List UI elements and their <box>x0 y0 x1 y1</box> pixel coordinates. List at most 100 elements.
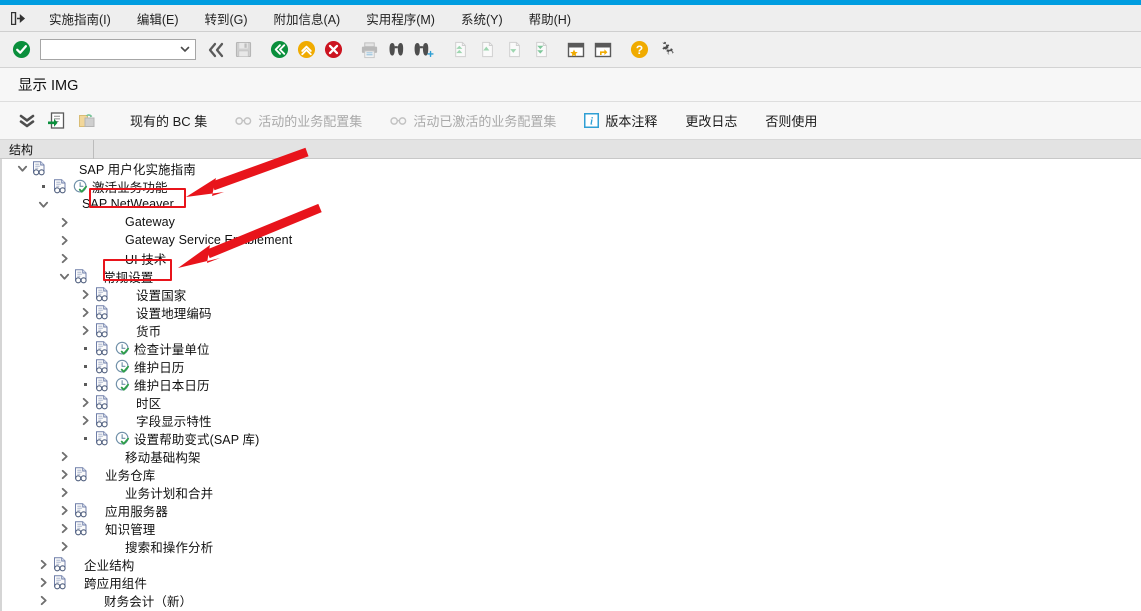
tree-row[interactable]: 应用服务器 <box>1 501 1141 519</box>
img-activity-icon[interactable] <box>112 339 132 357</box>
chevron-right-icon[interactable] <box>57 483 71 501</box>
command-input[interactable] <box>41 41 171 58</box>
previous-page-icon[interactable] <box>473 37 499 63</box>
tree-row[interactable]: Gateway <box>1 213 1141 231</box>
customize-local-layout-icon[interactable] <box>653 37 679 63</box>
chevron-down-icon[interactable] <box>57 267 71 285</box>
menu-item-7[interactable]: 帮助(H) <box>516 6 584 31</box>
tree-row-label[interactable]: SAP NetWeaver <box>80 197 174 211</box>
tree-row[interactable]: 搜索和操作分析 <box>1 537 1141 555</box>
chevron-right-icon[interactable] <box>78 411 92 429</box>
app-toolbar-change-log[interactable]: 更改日志 <box>679 108 743 133</box>
tree-row-label[interactable]: 货币 <box>134 321 161 340</box>
chevron-right-icon[interactable] <box>57 537 71 555</box>
exit-arrow-icon[interactable] <box>6 8 30 28</box>
enter-check-icon[interactable] <box>8 37 34 63</box>
tree-row[interactable]: SAP 用户化实施指南 <box>1 159 1141 177</box>
tree-row-label[interactable]: 字段显示特性 <box>134 411 212 430</box>
chevron-right-icon[interactable] <box>36 573 50 591</box>
chevron-right-icon[interactable] <box>57 231 71 249</box>
back-double-chevron-icon[interactable] <box>203 37 229 63</box>
tree-row[interactable]: 设置帮助变式(SAP 库) <box>1 429 1141 447</box>
tree-row-label[interactable]: UI 技术 <box>123 249 166 268</box>
chevron-right-icon[interactable] <box>57 447 71 465</box>
tree-row-label[interactable]: 设置帮助变式(SAP 库) <box>132 429 259 448</box>
tree-row-label[interactable]: Gateway Service Enablement <box>123 233 292 247</box>
find-icon[interactable] <box>383 37 409 63</box>
tree-row-label[interactable]: 业务计划和合并 <box>123 483 213 502</box>
tree-row[interactable]: 业务仓库 <box>1 465 1141 483</box>
tree-row[interactable]: 维护日历 <box>1 357 1141 375</box>
tree-row[interactable]: 时区 <box>1 393 1141 411</box>
tree-row-label[interactable]: 设置地理编码 <box>134 303 212 322</box>
tree-row[interactable]: 常规设置 <box>1 267 1141 285</box>
chevron-down-icon[interactable] <box>15 159 29 177</box>
chevron-down-icon[interactable] <box>36 195 50 213</box>
tree-row-label[interactable]: 业务仓库 <box>103 465 155 484</box>
img-activity-icon[interactable] <box>112 357 132 375</box>
tree-row[interactable]: 激活业务功能 <box>1 177 1141 195</box>
tree-row[interactable]: 知识管理 <box>1 519 1141 537</box>
menu-item-4[interactable]: 附加信息(A) <box>261 6 354 31</box>
tree-row-label[interactable]: 应用服务器 <box>103 501 168 520</box>
tree-row-label[interactable]: SAP 用户化实施指南 <box>77 159 196 178</box>
chevron-right-icon[interactable] <box>78 393 92 411</box>
menu-item-1[interactable]: 实施指南(I) <box>36 6 124 31</box>
expand-node-icon[interactable] <box>42 107 72 135</box>
tree-row[interactable]: 货币 <box>1 321 1141 339</box>
create-shortcut-icon[interactable] <box>590 37 616 63</box>
back-green-icon[interactable] <box>266 37 292 63</box>
tree-row[interactable]: 企业结构 <box>1 555 1141 573</box>
next-page-icon[interactable] <box>500 37 526 63</box>
tree-row-label[interactable]: 维护日历 <box>132 357 184 376</box>
tree-row[interactable]: UI 技术 <box>1 249 1141 267</box>
chevron-right-icon[interactable] <box>36 591 50 609</box>
tree-row-label[interactable]: 检查计量单位 <box>132 339 210 358</box>
chevron-right-icon[interactable] <box>57 519 71 537</box>
tree-row-label[interactable]: 移动基础构架 <box>123 447 201 466</box>
chevron-right-icon[interactable] <box>57 465 71 483</box>
find-next-icon[interactable] <box>410 37 436 63</box>
chevron-right-icon[interactable] <box>57 249 71 267</box>
img-activity-icon[interactable] <box>112 375 132 393</box>
chevron-right-icon[interactable] <box>36 555 50 573</box>
tree-row[interactable]: 财务会计（新） <box>1 591 1141 609</box>
collapse-all-icon[interactable] <box>12 107 42 135</box>
chevron-right-icon[interactable] <box>78 321 92 339</box>
app-toolbar-otherwise-use[interactable]: 否则使用 <box>759 108 823 133</box>
clipboard-folder-icon[interactable] <box>72 107 102 135</box>
column-divider[interactable] <box>93 139 95 159</box>
menu-item-6[interactable]: 系统(Y) <box>448 6 516 31</box>
tree-row-label[interactable]: 财务会计（新） <box>102 591 192 610</box>
tree-row-label[interactable]: Gateway <box>123 215 175 229</box>
tree-row[interactable]: 业务计划和合并 <box>1 483 1141 501</box>
tree-row-label[interactable]: 时区 <box>134 393 161 412</box>
tree-row[interactable]: Gateway Service Enablement <box>1 231 1141 249</box>
tree-row[interactable]: 设置地理编码 <box>1 303 1141 321</box>
chevron-right-icon[interactable] <box>57 213 71 231</box>
tree-row-label[interactable]: 知识管理 <box>103 519 155 538</box>
chevron-right-icon[interactable] <box>78 285 92 303</box>
last-page-icon[interactable] <box>527 37 553 63</box>
app-toolbar-release-notes[interactable]: i 版本注释 <box>578 108 663 133</box>
command-field[interactable] <box>40 39 196 60</box>
tree-row[interactable]: SAP NetWeaver <box>1 195 1141 213</box>
menu-item-3[interactable]: 转到(G) <box>191 6 260 31</box>
save-icon[interactable] <box>230 37 256 63</box>
tree-row[interactable]: 检查计量单位 <box>1 339 1141 357</box>
tree-row-label[interactable]: 搜索和操作分析 <box>123 537 213 556</box>
tree-row-label[interactable]: 跨应用组件 <box>82 573 147 592</box>
tree-row[interactable]: 跨应用组件 <box>1 573 1141 591</box>
img-activity-icon[interactable] <box>112 429 132 447</box>
cancel-red-icon[interactable] <box>320 37 346 63</box>
create-session-icon[interactable] <box>563 37 589 63</box>
chevron-down-icon[interactable] <box>179 43 191 55</box>
tree-row-label[interactable]: 常规设置 <box>101 267 153 286</box>
tree-row-label[interactable]: 维护日本日历 <box>132 375 210 394</box>
app-toolbar-existing-bc-sets[interactable]: 现有的 BC 集 <box>124 108 213 133</box>
tree-row[interactable]: 移动基础构架 <box>1 447 1141 465</box>
tree-row-label[interactable]: 激活业务功能 <box>90 177 168 196</box>
help-icon[interactable]: ? <box>626 37 652 63</box>
img-activity-icon[interactable] <box>70 177 90 195</box>
tree-row[interactable]: 维护日本日历 <box>1 375 1141 393</box>
